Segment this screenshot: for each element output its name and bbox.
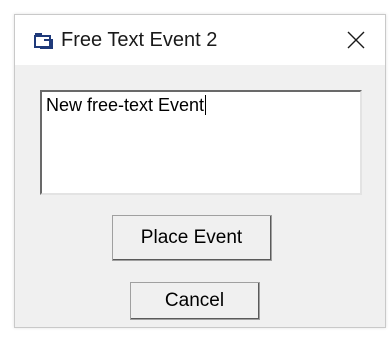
close-icon [347, 31, 365, 49]
place-event-label: Place Event [140, 226, 243, 248]
title-bar[interactable]: Free Text Event 2 [15, 15, 385, 65]
free-text-event-dialog: Free Text Event 2 New free-text Event Pl… [14, 14, 386, 328]
event-text-input[interactable]: New free-text Event [40, 90, 362, 195]
event-text-value: New free-text Event [46, 95, 205, 115]
cancel-button[interactable]: Cancel [130, 282, 260, 320]
text-caret [205, 95, 207, 115]
cancel-label: Cancel [164, 289, 225, 311]
close-button[interactable] [327, 15, 385, 65]
place-event-button[interactable]: Place Event [112, 215, 272, 261]
event-window-icon [34, 32, 54, 50]
window-title: Free Text Event 2 [61, 29, 218, 51]
